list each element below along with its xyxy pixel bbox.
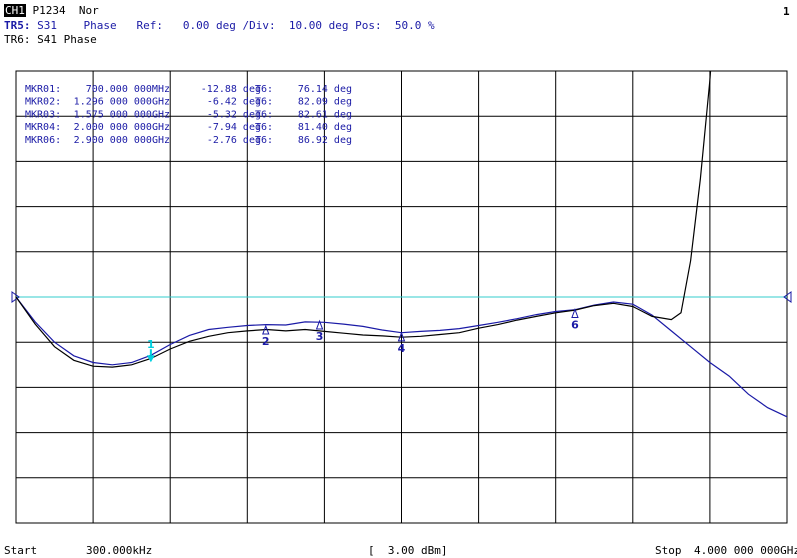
start-value[interactable]: 300.000kHz <box>86 544 152 557</box>
marker-table-value: -5.32 deg <box>207 109 261 120</box>
marker-table-value: -2.76 deg <box>207 135 261 146</box>
start-label: Start <box>4 544 38 557</box>
marker-table-freq: 1.575 000 000GHz <box>74 109 170 120</box>
marker-table-trace: T6: <box>255 97 273 108</box>
marker-table-trace: T6: <box>255 122 273 133</box>
marker-table-id: MKR03: <box>25 109 61 120</box>
marker-table-id: MKR02: <box>25 97 61 108</box>
marker-table-value2: 76.14 deg <box>298 84 352 95</box>
marker-table-value2: 82.09 deg <box>298 97 352 108</box>
marker-table-id: MKR06: <box>25 135 61 146</box>
marker-1-symbol[interactable] <box>146 355 155 363</box>
marker-3-label[interactable]: 3 <box>316 330 324 343</box>
marker-1-label[interactable]: 1 <box>147 338 155 351</box>
stop-value[interactable]: 4.000 000 000GHz <box>694 544 797 557</box>
marker-table-freq: 2.900 000 000GHz <box>74 135 170 146</box>
marker-table-value2: 81.40 deg <box>298 122 352 133</box>
marker-table-id: MKR01: <box>25 84 61 95</box>
series-line-s41 <box>16 71 712 368</box>
marker-table-freq: 700.000 000MHz <box>86 84 170 95</box>
marker-table-freq: 2.000 000 000GHz <box>74 122 170 133</box>
stop-label: Stop <box>655 544 682 557</box>
marker-table-value: -12.88 deg <box>201 84 261 95</box>
marker-6-label[interactable]: 6 <box>571 318 579 331</box>
source-power[interactable]: [ 3.00 dBm] <box>368 544 447 557</box>
marker-table-value: -7.94 deg <box>207 122 261 133</box>
marker-table-value2: 82.61 deg <box>298 109 352 120</box>
marker-table-freq: 1.296 000 000GHz <box>74 97 170 108</box>
marker-table-id: MKR04: <box>25 122 61 133</box>
marker-table-trace: T6: <box>255 84 273 95</box>
marker-4-label[interactable]: 4 <box>398 342 406 355</box>
marker-table-trace: T6: <box>255 135 273 146</box>
marker-2-label[interactable]: 2 <box>262 335 270 348</box>
marker-table-value2: 86.92 deg <box>298 135 352 146</box>
marker-table-trace: T6: <box>255 109 273 120</box>
marker-table-value: -6.42 deg <box>207 97 261 108</box>
phase-chart[interactable]: 1 2 346 MKR01: 700.000 000MHz -12.88 degT6: 7… <box>0 0 797 558</box>
